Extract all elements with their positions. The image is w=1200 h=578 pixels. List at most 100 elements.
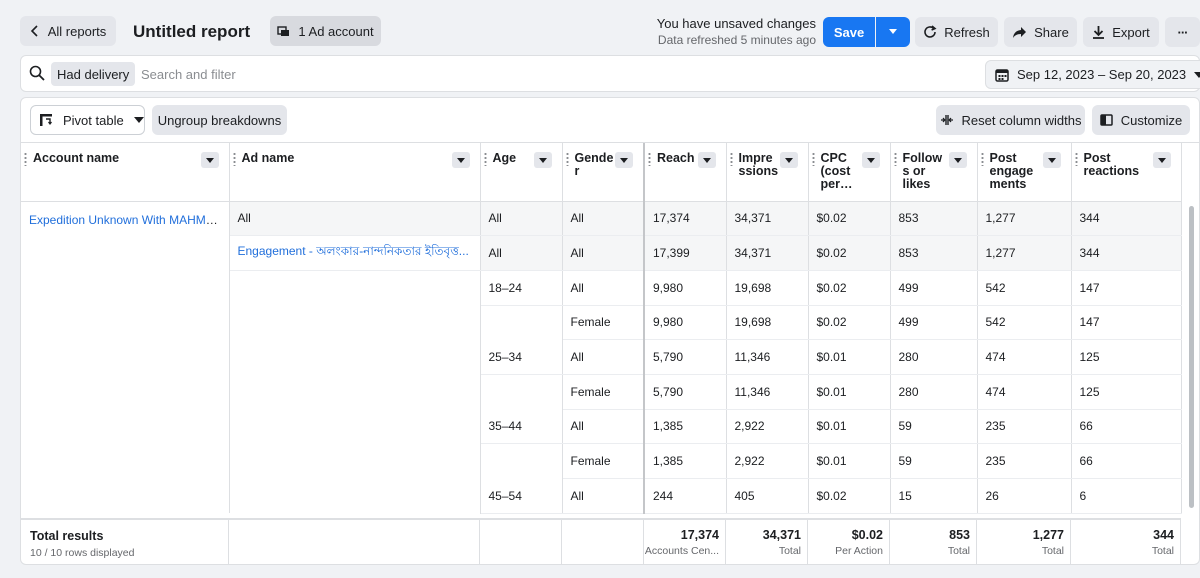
column-header-reach[interactable]: Reach [644,143,727,202]
column-menu-button[interactable] [615,152,633,168]
column-header-text: per… [820,177,853,191]
age-cell [480,374,563,410]
ad-name-cell [229,374,481,410]
totals-follows: 853 Total [890,520,977,564]
cpc-cell: $0.02 [808,305,891,341]
reach-cell: 1,385 [644,409,727,445]
ad-name-cell [229,443,481,479]
drag-handle-icon[interactable] [648,152,651,166]
follows-cell: 499 [890,270,978,306]
follows-cell: 853 [890,201,978,237]
column-header-account-name[interactable]: Account name [21,143,230,202]
column-header-post-reactions[interactable]: Post reactions [1071,143,1182,202]
all-reports-button[interactable]: All reports [20,16,116,46]
column-header-text: reactions [1083,164,1140,178]
ad-account-icon [277,25,290,36]
date-range-picker[interactable]: Sep 12, 2023 – Sep 20, 2023 [985,60,1200,89]
age-cell: 45–54 [480,478,563,514]
column-menu-button[interactable] [697,152,716,168]
drag-handle-icon[interactable] [24,152,27,166]
refresh-icon [924,25,937,38]
totals-reach-value: 17,374 [680,528,719,542]
column-menu-button[interactable] [451,152,470,168]
totals-impressions-value: 34,371 [762,528,801,542]
search-icon [29,65,45,81]
impressions-cell: 19,698 [726,270,809,306]
cpc-cell: $0.02 [808,235,891,271]
totals-title: Total results [30,529,104,543]
drag-handle-icon[interactable] [980,152,984,166]
column-header-ad-name[interactable]: Ad name [229,143,481,202]
post-engagements-cell: 1,277 [977,235,1072,271]
ad-name-cell [229,478,481,514]
drag-handle-icon[interactable] [811,152,815,166]
drag-handle-icon[interactable] [232,152,236,166]
cpc-cell: $0.02 [808,201,891,237]
caret-down-icon [456,157,465,163]
ad-account-button[interactable]: 1 Ad account [270,16,381,46]
drag-handle-icon[interactable] [893,152,897,166]
export-button[interactable]: Export [1083,17,1159,47]
search-input[interactable] [141,63,541,85]
more-options-button[interactable]: ··· [1165,17,1200,47]
totals-impressions: 34,371 Total [726,520,808,564]
vertical-scrollbar[interactable] [1189,206,1194,508]
ad-name-text: All [237,211,251,226]
post-engagements-cell: 235 [977,443,1072,479]
column-header-impressions[interactable]: Impre ssions [726,143,809,202]
report-title[interactable]: Untitled report [133,22,250,42]
refreshed-text: Data refreshed 5 minutes ago [657,33,816,47]
save-options-button[interactable] [876,17,910,47]
drag-handle-icon[interactable] [1074,152,1078,166]
table-toolbar: Pivot table Ungroup breakdowns Reset col… [21,98,1199,143]
drag-handle-icon[interactable] [729,152,733,166]
column-menu-button[interactable] [533,152,552,168]
column-header-cpc[interactable]: CPC (cost per… [808,143,891,202]
totals-follows-sub: Total [947,545,970,557]
had-delivery-filter-chip[interactable]: Had delivery [51,62,136,86]
reach-cell: 1,385 [644,443,727,479]
column-header-text: ments [989,177,1027,191]
post-reactions-cell: 147 [1071,305,1182,341]
account-name-link[interactable]: Expedition Unknown With MAHMUD [29,213,223,227]
column-menu-button[interactable] [1152,152,1171,168]
column-header-label: Ad name [242,152,472,165]
pivot-table-dropdown[interactable]: Pivot table [30,105,145,135]
save-button[interactable]: Save [823,17,875,47]
ungroup-breakdowns-button[interactable]: Ungroup breakdowns [152,105,287,135]
rows-displayed: 10 / 10 rows displayed [30,547,135,559]
reset-column-widths-label: Reset column widths [961,112,1082,128]
totals-cpc-sub: Per Action [835,545,883,557]
column-menu-button[interactable] [948,152,967,168]
age-cell: 35–44 [480,409,563,445]
table-row[interactable]: Expedition Unknown With MAHMUD All All All 1… [21,201,1182,514]
customize-button[interactable]: Customize [1092,105,1190,135]
column-menu-button[interactable] [779,152,798,168]
column-header-gender[interactable]: Gende r [562,143,645,202]
column-header-age[interactable]: Age [480,143,563,202]
post-engagements-cell: 542 [977,305,1072,341]
follows-cell: 59 [890,409,978,445]
ad-name-link[interactable]: Engagement - অলংকার-নান্দনিকতার ইতিবৃত্ত… [238,244,469,258]
column-header-text: Ad name [241,151,295,165]
reset-column-widths-button[interactable]: Reset column widths [936,105,1085,135]
share-button[interactable]: Share [1004,17,1077,47]
impressions-cell: 11,346 [726,374,809,410]
column-menu-button[interactable] [200,152,219,168]
caret-down-icon [1157,157,1166,163]
drag-handle-icon[interactable] [565,152,569,166]
column-header-post-engagements[interactable]: Post engage ments [977,143,1072,202]
column-header-follows[interactable]: Follow s or likes [890,143,978,202]
column-menu-button[interactable] [1042,152,1061,168]
table-body: Expedition Unknown With MAHMUD All All All 1… [21,201,1182,514]
drag-handle-icon[interactable] [483,152,487,166]
refresh-button[interactable]: Refresh [915,17,998,47]
column-menu-button[interactable] [861,152,880,168]
caret-down-icon [538,157,547,163]
cpc-cell: $0.01 [808,374,891,410]
ad-name-cell: All [229,201,481,237]
age-cell: 18–24 [480,270,563,306]
cpc-cell: $0.02 [808,270,891,306]
caret-down-icon [784,157,793,163]
reach-cell: 17,374 [644,201,727,237]
